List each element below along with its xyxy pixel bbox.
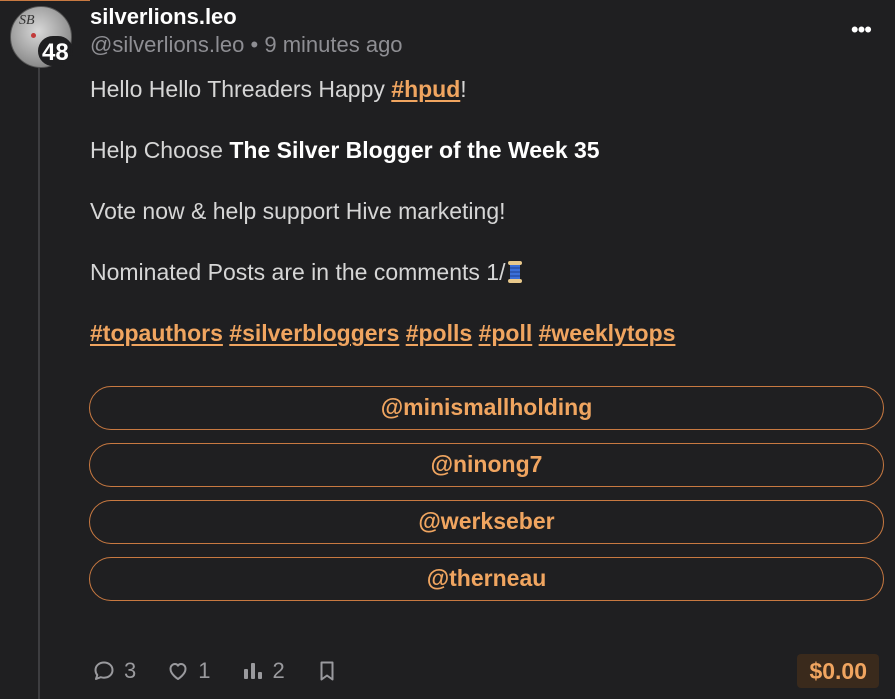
bookmark-icon <box>320 661 334 681</box>
payout-amount[interactable]: $0.00 <box>797 654 879 688</box>
hashtag-link[interactable]: #polls <box>406 320 472 346</box>
poll-option-button[interactable]: @ninong7 <box>89 443 884 487</box>
comment-icon <box>94 661 114 680</box>
nominated-text: Nominated Posts are in the comments 1/ <box>90 259 506 285</box>
avatar-dot <box>31 33 36 38</box>
hashtag-link[interactable]: #weeklytops <box>539 320 676 346</box>
spool-icon <box>508 261 523 283</box>
poll-options: @minismallholding @ninong7 @werkseber @t… <box>89 386 884 614</box>
bar-chart-icon <box>243 663 262 679</box>
thread-post: SB 48 silverlions.leo @silverlions.leo •… <box>0 0 895 699</box>
post-meta: @silverlions.leo • 9 minutes ago <box>90 32 403 58</box>
meta-separator: • <box>250 32 259 57</box>
vote-count: 2 <box>272 658 285 683</box>
like-button[interactable]: 1 <box>166 658 211 684</box>
greeting-text: Hello Hello Threaders Happy <box>90 76 392 102</box>
post-line-2: Help Choose The Silver Blogger of the We… <box>90 135 880 165</box>
post-actions: 3 1 2 <box>92 654 377 688</box>
votes-button[interactable]: 2 <box>241 658 285 684</box>
poll-option-button[interactable]: @minismallholding <box>89 386 884 430</box>
top-divider <box>0 0 90 1</box>
more-icon[interactable]: ••• <box>851 19 872 41</box>
hashtag-link[interactable]: #topauthors <box>90 320 223 346</box>
bookmark-button[interactable] <box>315 659 347 683</box>
like-count: 1 <box>198 658 211 683</box>
hashtag-link[interactable]: #silverbloggers <box>229 320 399 346</box>
username[interactable]: silverlions.leo <box>90 4 237 30</box>
heart-icon <box>169 663 187 680</box>
post-line-4: Nominated Posts are in the comments 1/ <box>90 257 880 287</box>
hashtag-link[interactable]: #poll <box>479 320 533 346</box>
blogger-title: The Silver Blogger of the Week 35 <box>229 137 600 163</box>
help-choose-text: Help Choose <box>90 137 230 163</box>
post-body: Hello Hello Threaders Happy #hpud! Help … <box>90 74 880 379</box>
hashtag-row: #topauthors #silverbloggers #polls #poll… <box>90 318 880 348</box>
post-line-1: Hello Hello Threaders Happy #hpud! <box>90 74 880 104</box>
thread-connector-line <box>38 62 40 699</box>
hashtag-link[interactable]: #hpud <box>391 76 460 102</box>
reputation-badge: 48 <box>38 36 73 66</box>
comment-count: 3 <box>124 658 137 683</box>
greeting-suffix: ! <box>460 76 467 102</box>
post-time: 9 minutes ago <box>264 32 403 57</box>
avatar-monogram: SB <box>19 13 35 28</box>
poll-option-button[interactable]: @werkseber <box>89 500 884 544</box>
post-line-3: Vote now & help support Hive marketing! <box>90 198 506 224</box>
poll-option-button[interactable]: @therneau <box>89 557 884 601</box>
comment-button[interactable]: 3 <box>92 658 136 684</box>
user-handle[interactable]: @silverlions.leo <box>90 32 244 57</box>
